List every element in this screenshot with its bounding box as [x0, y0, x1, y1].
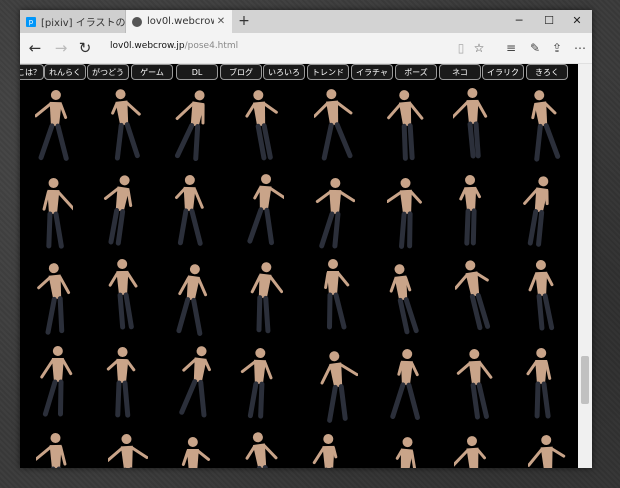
menu-item-cat[interactable]: ネコ [439, 64, 481, 80]
menu-item-record[interactable]: きろく [526, 64, 568, 80]
pose-image[interactable] [456, 345, 496, 421]
tab-pixiv[interactable]: p [pixiv] イラストの投稿 [20, 10, 126, 33]
pose-image[interactable] [522, 256, 562, 332]
pixiv-icon: p [26, 16, 36, 27]
browser-window: p [pixiv] イラストの投稿 lov0l.webcrow.jp ✕ + ─… [20, 10, 592, 468]
web-page: こは？ れんらく がつどう ゲーム DL ブログ いろいろ トレンド イラチャ … [20, 64, 578, 468]
pose-image[interactable] [239, 344, 279, 420]
close-tab-icon[interactable]: ✕ [214, 16, 228, 27]
forward-button[interactable]: → [50, 37, 72, 59]
pose-image[interactable] [315, 174, 356, 250]
pose-image[interactable] [452, 84, 493, 160]
refresh-button[interactable]: ↻ [74, 37, 96, 59]
pose-image[interactable] [35, 429, 76, 468]
menu-item-illust-chat[interactable]: イラチャ [351, 64, 393, 80]
pose-image[interactable] [100, 171, 140, 247]
close-window-button[interactable]: ✕ [562, 10, 592, 33]
pose-image[interactable] [386, 345, 426, 421]
pose-image[interactable] [314, 85, 354, 161]
menu-item-pose[interactable]: ポーズ [395, 64, 437, 80]
pose-image[interactable] [383, 260, 423, 336]
favorite-star-icon[interactable]: ☆ [470, 39, 488, 57]
pose-image[interactable] [37, 259, 77, 335]
menu-item-misc[interactable]: いろいろ [263, 64, 305, 80]
pose-gallery [20, 82, 578, 468]
pose-image[interactable] [174, 86, 215, 162]
menu-item-contact[interactable]: れんらく [44, 64, 86, 80]
pose-image[interactable] [527, 431, 568, 468]
back-button[interactable]: ← [24, 37, 46, 59]
site-menu: こは？ れんらく がつどう ゲーム DL ブログ いろいろ トレンド イラチャ … [20, 64, 578, 82]
pose-image[interactable] [385, 433, 425, 468]
pose-image[interactable] [455, 256, 495, 332]
reading-view-icon[interactable]: ▯ [452, 39, 470, 57]
minimize-button[interactable]: ─ [504, 10, 534, 33]
pose-image[interactable] [38, 342, 78, 418]
pose-image[interactable] [102, 343, 142, 419]
site-icon [132, 16, 142, 27]
pose-image[interactable] [387, 86, 427, 162]
pose-image[interactable] [519, 172, 559, 248]
pose-image[interactable] [454, 432, 494, 468]
pose-image[interactable] [33, 174, 73, 250]
maximize-button[interactable]: ☐ [534, 10, 564, 33]
pose-image[interactable] [521, 344, 561, 420]
menu-item-activity[interactable]: がつどう [87, 64, 129, 80]
pose-image[interactable] [241, 86, 281, 162]
pose-image[interactable] [523, 86, 563, 162]
pose-image[interactable] [313, 255, 353, 331]
more-icon[interactable]: ⋯ [571, 39, 589, 57]
scrollbar-thumb[interactable] [581, 356, 589, 404]
pose-image[interactable] [171, 260, 211, 337]
menu-item-request[interactable]: イラリク [482, 64, 524, 80]
pose-image[interactable] [318, 347, 358, 423]
pose-image[interactable] [173, 433, 213, 468]
pose-image[interactable] [243, 258, 284, 334]
pose-image[interactable] [244, 170, 284, 246]
pose-image[interactable] [309, 430, 349, 468]
address-path: /pose4.html [184, 41, 239, 51]
address-host: lov0l.webcrow.jp [110, 41, 185, 51]
navigation-bar: ← → ↻ lov0l.webcrow.jp/pose4.html ▯ ☆ ≡ … [20, 33, 592, 64]
pose-image[interactable] [386, 174, 427, 250]
pose-image[interactable] [242, 428, 282, 468]
tab-title: [pixiv] イラストの投稿 [41, 18, 125, 29]
pose-image[interactable] [103, 255, 143, 331]
hub-icon[interactable]: ≡ [502, 39, 520, 57]
tab-bar: p [pixiv] イラストの投稿 lov0l.webcrow.jp ✕ + ─… [20, 10, 592, 33]
menu-item-game[interactable]: ゲーム [131, 64, 173, 80]
pose-image[interactable] [178, 342, 218, 418]
pose-image[interactable] [108, 430, 149, 468]
address-bar[interactable]: lov0l.webcrow.jp/pose4.html [110, 41, 238, 51]
tab-webcrow[interactable]: lov0l.webcrow.jp ✕ [126, 10, 232, 33]
menu-item-blog[interactable]: ブログ [220, 64, 262, 80]
page-viewport: こは？ れんらく がつどう ゲーム DL ブログ いろいろ トレンド イラチャ … [20, 64, 592, 468]
share-icon[interactable]: ⇪ [548, 39, 566, 57]
menu-item-dl[interactable]: DL [176, 64, 218, 80]
menu-item-about[interactable]: こは？ [20, 64, 44, 80]
pose-image[interactable] [104, 85, 144, 161]
new-tab-button[interactable]: + [236, 13, 252, 29]
pose-image[interactable] [169, 171, 209, 247]
menu-item-trend[interactable]: トレンド [307, 64, 349, 80]
tab-title: lov0l.webcrow.jp [147, 16, 214, 27]
web-note-icon[interactable]: ✎ [526, 39, 544, 57]
vertical-scrollbar[interactable] [578, 64, 592, 468]
pose-image[interactable] [451, 171, 491, 247]
pose-image[interactable] [34, 86, 75, 162]
